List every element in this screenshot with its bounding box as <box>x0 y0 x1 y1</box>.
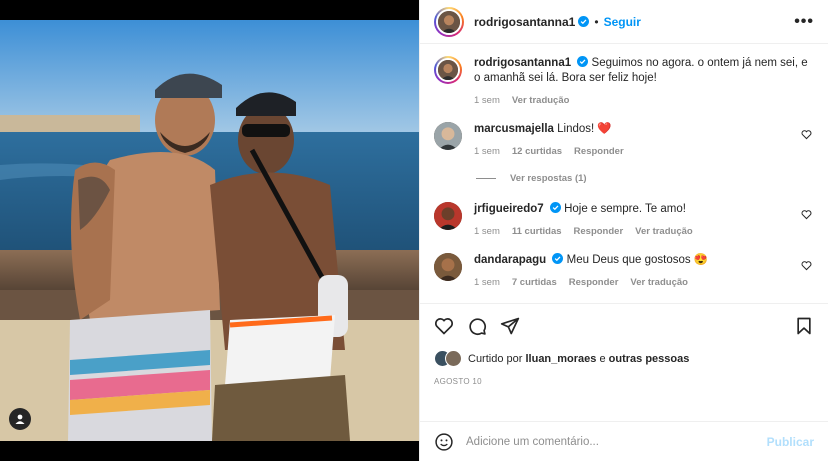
comment-likes[interactable]: 7 curtidas <box>512 277 557 288</box>
add-comment-bar: Publicar <box>420 421 828 461</box>
liker-avatar[interactable] <box>445 350 462 367</box>
post-details-panel: rodrigosantanna1 • Seguir ••• rodrigosan… <box>419 0 828 461</box>
user-tag-icon <box>15 414 25 424</box>
comment-time[interactable]: 1 sem <box>474 226 500 237</box>
replies-divider <box>476 178 496 179</box>
reply-button[interactable]: Responder <box>574 146 624 157</box>
comment-translate-link[interactable]: Ver tradução <box>635 226 693 237</box>
instagram-post-modal: rodrigosantanna1 • Seguir ••• rodrigosan… <box>0 0 828 461</box>
caption-translate-link[interactable]: Ver tradução <box>512 95 570 106</box>
heart-icon[interactable] <box>801 260 812 271</box>
verified-badge-icon <box>577 56 589 67</box>
separator-dot: • <box>594 14 599 29</box>
liked-by-others[interactable]: outras pessoas <box>609 353 690 365</box>
tagged-users-button[interactable] <box>9 408 31 430</box>
comment-time[interactable]: 1 sem <box>474 277 500 288</box>
comment-icon[interactable] <box>467 316 487 336</box>
comment-username[interactable]: dandarapagu <box>474 254 546 266</box>
comment-username[interactable]: marcusmajella <box>474 123 554 135</box>
share-icon[interactable] <box>500 316 520 336</box>
author-avatar[interactable] <box>434 6 464 37</box>
comment-likes[interactable]: 12 curtidas <box>512 146 562 157</box>
post-photo[interactable] <box>0 20 419 441</box>
emoji-icon[interactable] <box>434 432 454 452</box>
verified-badge-icon <box>549 202 561 213</box>
comment-translate-link[interactable]: Ver tradução <box>630 277 688 288</box>
caption-time[interactable]: 1 sem <box>474 95 500 106</box>
liked-by-prefix: Curtido por <box>468 352 523 365</box>
comment-text: Lindos! ❤️ <box>557 123 612 135</box>
save-icon[interactable] <box>794 316 814 336</box>
caption-avatar[interactable] <box>434 56 462 84</box>
post-header: rodrigosantanna1 • Seguir ••• <box>420 0 828 44</box>
comment-likes[interactable]: 11 curtidas <box>512 226 562 237</box>
heart-icon[interactable] <box>801 209 812 220</box>
comment-username[interactable]: jrfigueiredo7 <box>474 203 544 215</box>
publish-button[interactable]: Publicar <box>767 435 814 449</box>
reply-button[interactable]: Responder <box>569 277 619 288</box>
liked-by-conj: e <box>599 352 606 365</box>
view-replies-label: Ver respostas (1) <box>510 173 587 184</box>
comment-input[interactable] <box>466 435 767 448</box>
follow-button[interactable]: Seguir <box>604 15 641 29</box>
view-replies-link[interactable]: Ver respostas (1) <box>476 173 814 184</box>
caption: rodrigosantanna1 Seguimos no agora. o on… <box>434 56 814 106</box>
comment-item: jrfigueiredo7 Hoje e sempre. Te amo! 1 s… <box>434 202 814 237</box>
comment-text: Meu Deus que gostosos 😍 <box>566 254 709 266</box>
liked-by: Curtido por lluan_moraes e outras pessoa… <box>434 350 814 367</box>
more-options-icon[interactable]: ••• <box>794 13 814 31</box>
comment-item: dandarapagu Meu Deus que gostosos 😍 1 se… <box>434 253 814 288</box>
commenter-avatar[interactable] <box>434 122 462 150</box>
post-date[interactable]: AGOSTO 10 <box>434 377 814 386</box>
comment-text: Hoje e sempre. Te amo! <box>564 203 686 215</box>
post-actions: Curtido por lluan_moraes e outras pessoa… <box>420 303 828 421</box>
author-username[interactable]: rodrigosantanna1 <box>474 15 575 29</box>
comment-item: marcusmajella Lindos! ❤️ 1 sem 12 curtid… <box>434 122 814 157</box>
commenter-avatar[interactable] <box>434 202 462 230</box>
comments-list[interactable]: rodrigosantanna1 Seguimos no agora. o on… <box>420 44 828 303</box>
comment-time[interactable]: 1 sem <box>474 146 500 157</box>
verified-badge-icon <box>578 16 590 27</box>
caption-username[interactable]: rodrigosantanna1 <box>474 57 571 69</box>
like-icon[interactable] <box>434 316 454 336</box>
liked-by-user[interactable]: lluan_moraes <box>525 353 596 365</box>
commenter-avatar[interactable] <box>434 253 462 281</box>
verified-badge-icon <box>552 253 564 264</box>
reply-button[interactable]: Responder <box>574 226 624 237</box>
heart-icon[interactable] <box>801 129 812 140</box>
post-media <box>0 0 419 461</box>
